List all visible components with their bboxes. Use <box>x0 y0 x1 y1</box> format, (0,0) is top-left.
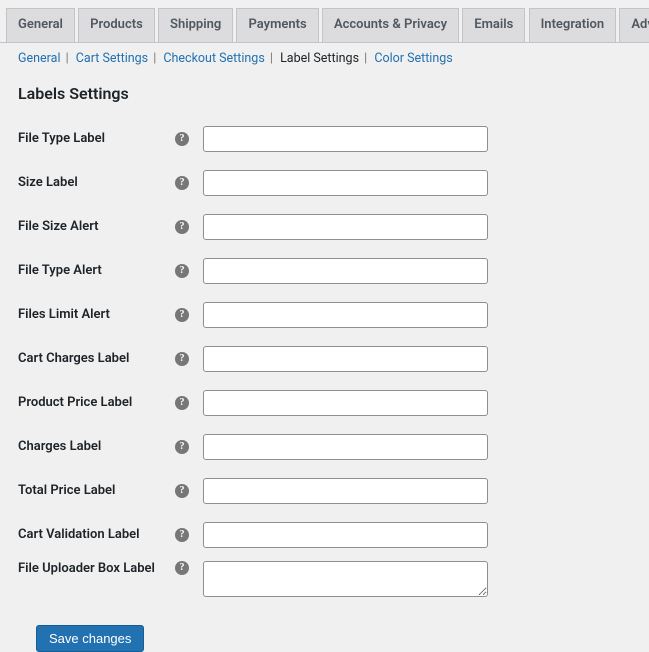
subtab-color-settings[interactable]: Color Settings <box>374 51 452 66</box>
input-cart-validation-label[interactable] <box>203 522 488 548</box>
input-total-price-label[interactable] <box>203 478 488 504</box>
help-icon[interactable]: ? <box>175 440 189 454</box>
label-cart-validation-label: Cart Validation Label <box>18 527 173 542</box>
help-icon[interactable]: ? <box>175 264 189 278</box>
tab-general[interactable]: General <box>6 8 75 43</box>
tab-accounts-privacy[interactable]: Accounts & Privacy <box>322 8 459 43</box>
tab-integration[interactable]: Integration <box>529 8 617 43</box>
label-file-type-alert: File Type Alert <box>18 263 173 278</box>
label-file-size-alert: File Size Alert <box>18 219 173 234</box>
input-file-type-alert[interactable] <box>203 258 488 284</box>
input-size-label[interactable] <box>203 170 488 196</box>
tab-payments[interactable]: Payments <box>236 8 318 43</box>
settings-form: File Type Label ? Size Label ? File Size… <box>0 117 649 652</box>
help-icon[interactable]: ? <box>175 396 189 410</box>
help-icon[interactable]: ? <box>175 308 189 322</box>
help-icon[interactable]: ? <box>175 352 189 366</box>
label-file-uploader-box-label: File Uploader Box Label <box>18 561 173 576</box>
input-charges-label[interactable] <box>203 434 488 460</box>
help-icon[interactable]: ? <box>175 176 189 190</box>
input-files-limit-alert[interactable] <box>203 302 488 328</box>
label-product-price-label: Product Price Label <box>18 395 173 410</box>
tab-advanced[interactable]: Advanced <box>619 8 649 43</box>
input-file-size-alert[interactable] <box>203 214 488 240</box>
label-total-price-label: Total Price Label <box>18 483 173 498</box>
help-icon[interactable]: ? <box>175 484 189 498</box>
tab-emails[interactable]: Emails <box>462 8 525 43</box>
sub-tabs: General | Cart Settings | Checkout Setti… <box>0 43 649 66</box>
textarea-file-uploader-box-label[interactable] <box>203 561 488 597</box>
label-file-type-label: File Type Label <box>18 131 173 146</box>
help-icon[interactable]: ? <box>175 220 189 234</box>
help-icon[interactable]: ? <box>175 561 189 575</box>
input-cart-charges-label[interactable] <box>203 346 488 372</box>
main-tabs: General Products Shipping Payments Accou… <box>0 0 649 43</box>
label-cart-charges-label: Cart Charges Label <box>18 351 173 366</box>
help-icon[interactable]: ? <box>175 132 189 146</box>
subtab-checkout-settings[interactable]: Checkout Settings <box>163 51 264 66</box>
subtab-cart-settings[interactable]: Cart Settings <box>76 51 148 66</box>
input-file-type-label[interactable] <box>203 126 488 152</box>
help-icon[interactable]: ? <box>175 528 189 542</box>
label-size-label: Size Label <box>18 175 173 190</box>
section-heading: Labels Settings <box>18 84 649 103</box>
label-charges-label: Charges Label <box>18 439 173 454</box>
input-product-price-label[interactable] <box>203 390 488 416</box>
label-files-limit-alert: Files Limit Alert <box>18 307 173 322</box>
tab-shipping[interactable]: Shipping <box>158 8 233 43</box>
subtab-general[interactable]: General <box>18 51 61 66</box>
tab-products[interactable]: Products <box>78 8 155 43</box>
save-button[interactable]: Save changes <box>36 625 144 652</box>
subtab-label-settings[interactable]: Label Settings <box>280 51 359 66</box>
